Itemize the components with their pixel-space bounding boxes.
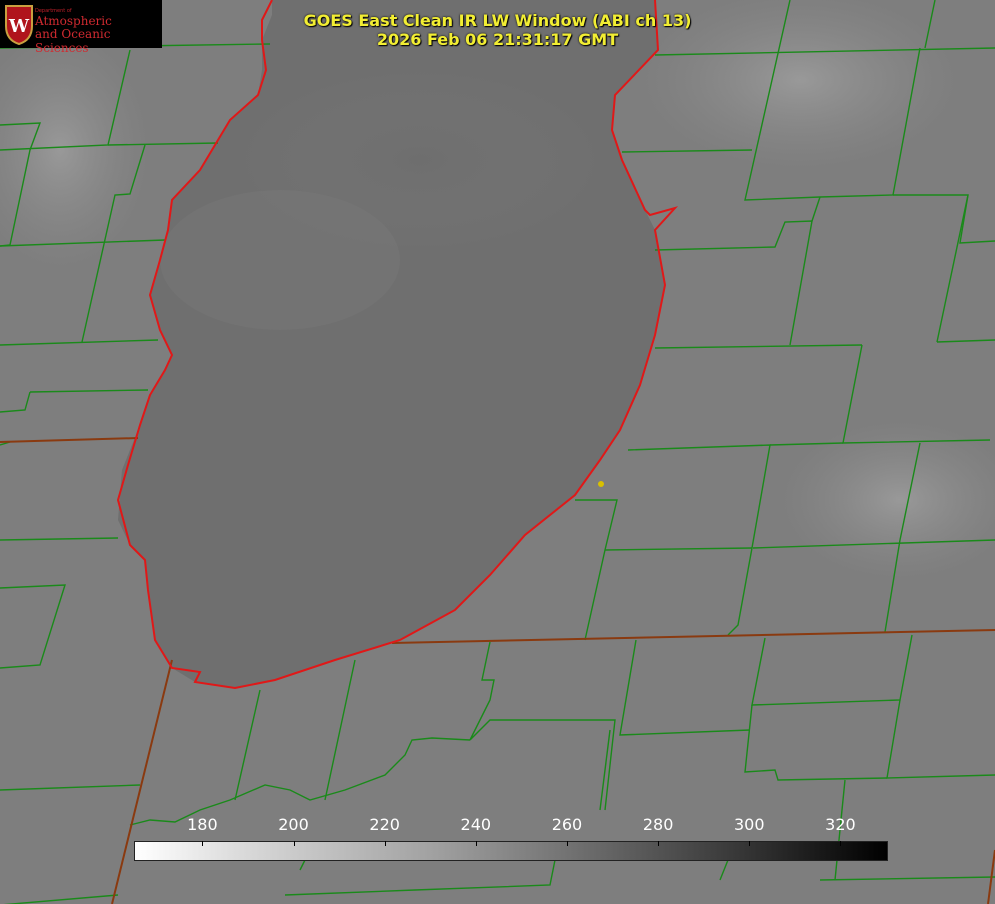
image-title: GOES East Clean IR LW Window (ABI ch 13)… [0, 11, 995, 49]
timestamp: 2026 Feb 06 21:31:17 GMT [376, 30, 619, 49]
location-marker [598, 481, 604, 487]
product-title: GOES East Clean IR LW Window (ABI ch 13) [303, 11, 692, 30]
ir-satellite-image [0, 0, 995, 904]
cloud-texture [160, 190, 400, 330]
satellite-map: W Department of Atmospheric and Oceanic … [0, 0, 995, 904]
